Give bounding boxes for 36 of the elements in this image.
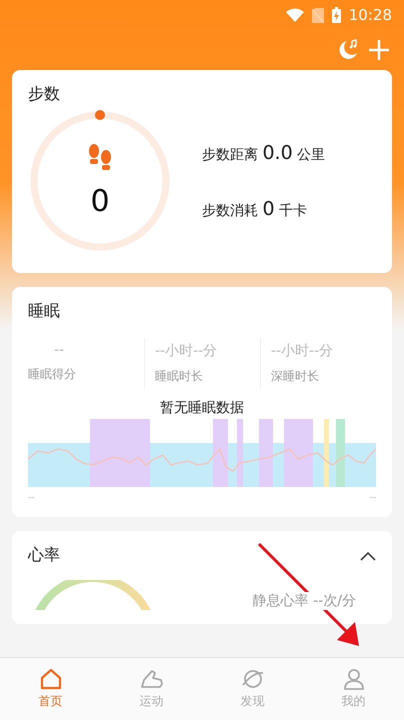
- sleep-stage-bar: [284, 419, 313, 487]
- stat-label: 睡眠时长: [155, 368, 204, 385]
- step-calories: 步数消耗 0 千卡: [202, 198, 308, 220]
- sleep-stage-bar: [213, 419, 228, 487]
- stat-value: --小时--分: [271, 342, 334, 360]
- step-count: 0: [90, 184, 110, 218]
- resting-heart-rate: 静息心率 --次/分: [252, 592, 356, 610]
- wifi-icon: [286, 8, 304, 22]
- stat-value: --: [54, 342, 64, 358]
- home-icon: [40, 668, 62, 690]
- stat-label: 深睡时长: [271, 368, 320, 385]
- nav-tab[interactable]: 发现: [202, 658, 303, 720]
- end-time: --: [370, 493, 376, 503]
- planet-icon: [240, 668, 264, 690]
- sleep-stage-bar: [237, 419, 243, 487]
- empty-message: 暂无睡眠数据: [160, 399, 244, 417]
- sleep-stage-bar: [259, 419, 273, 487]
- stat-value: --小时--分: [155, 342, 218, 360]
- stat-label: 睡眠得分: [28, 366, 77, 383]
- shoe-icon: [140, 668, 164, 690]
- sleep-stage-bar: [324, 419, 329, 487]
- footprints-icon: [87, 144, 113, 172]
- card-title: 睡眠: [28, 301, 61, 322]
- sleep-stage-bar: [90, 419, 150, 487]
- status-time: 10:28: [348, 6, 392, 24]
- start-time: --: [28, 493, 34, 503]
- card-title: 心率: [28, 545, 60, 566]
- sleep-stage-bar: [336, 419, 345, 487]
- nav-tab[interactable]: 首页: [0, 658, 101, 720]
- card-title: 步数: [28, 84, 61, 105]
- person-icon: [342, 668, 364, 690]
- step-distance: 步数距离 0.0 公里: [202, 142, 326, 164]
- nav-tab[interactable]: 运动: [101, 658, 202, 720]
- nav-tab[interactable]: 我的: [303, 658, 404, 720]
- add-icon[interactable]: [368, 39, 390, 61]
- chevron-icon[interactable]: [360, 550, 376, 560]
